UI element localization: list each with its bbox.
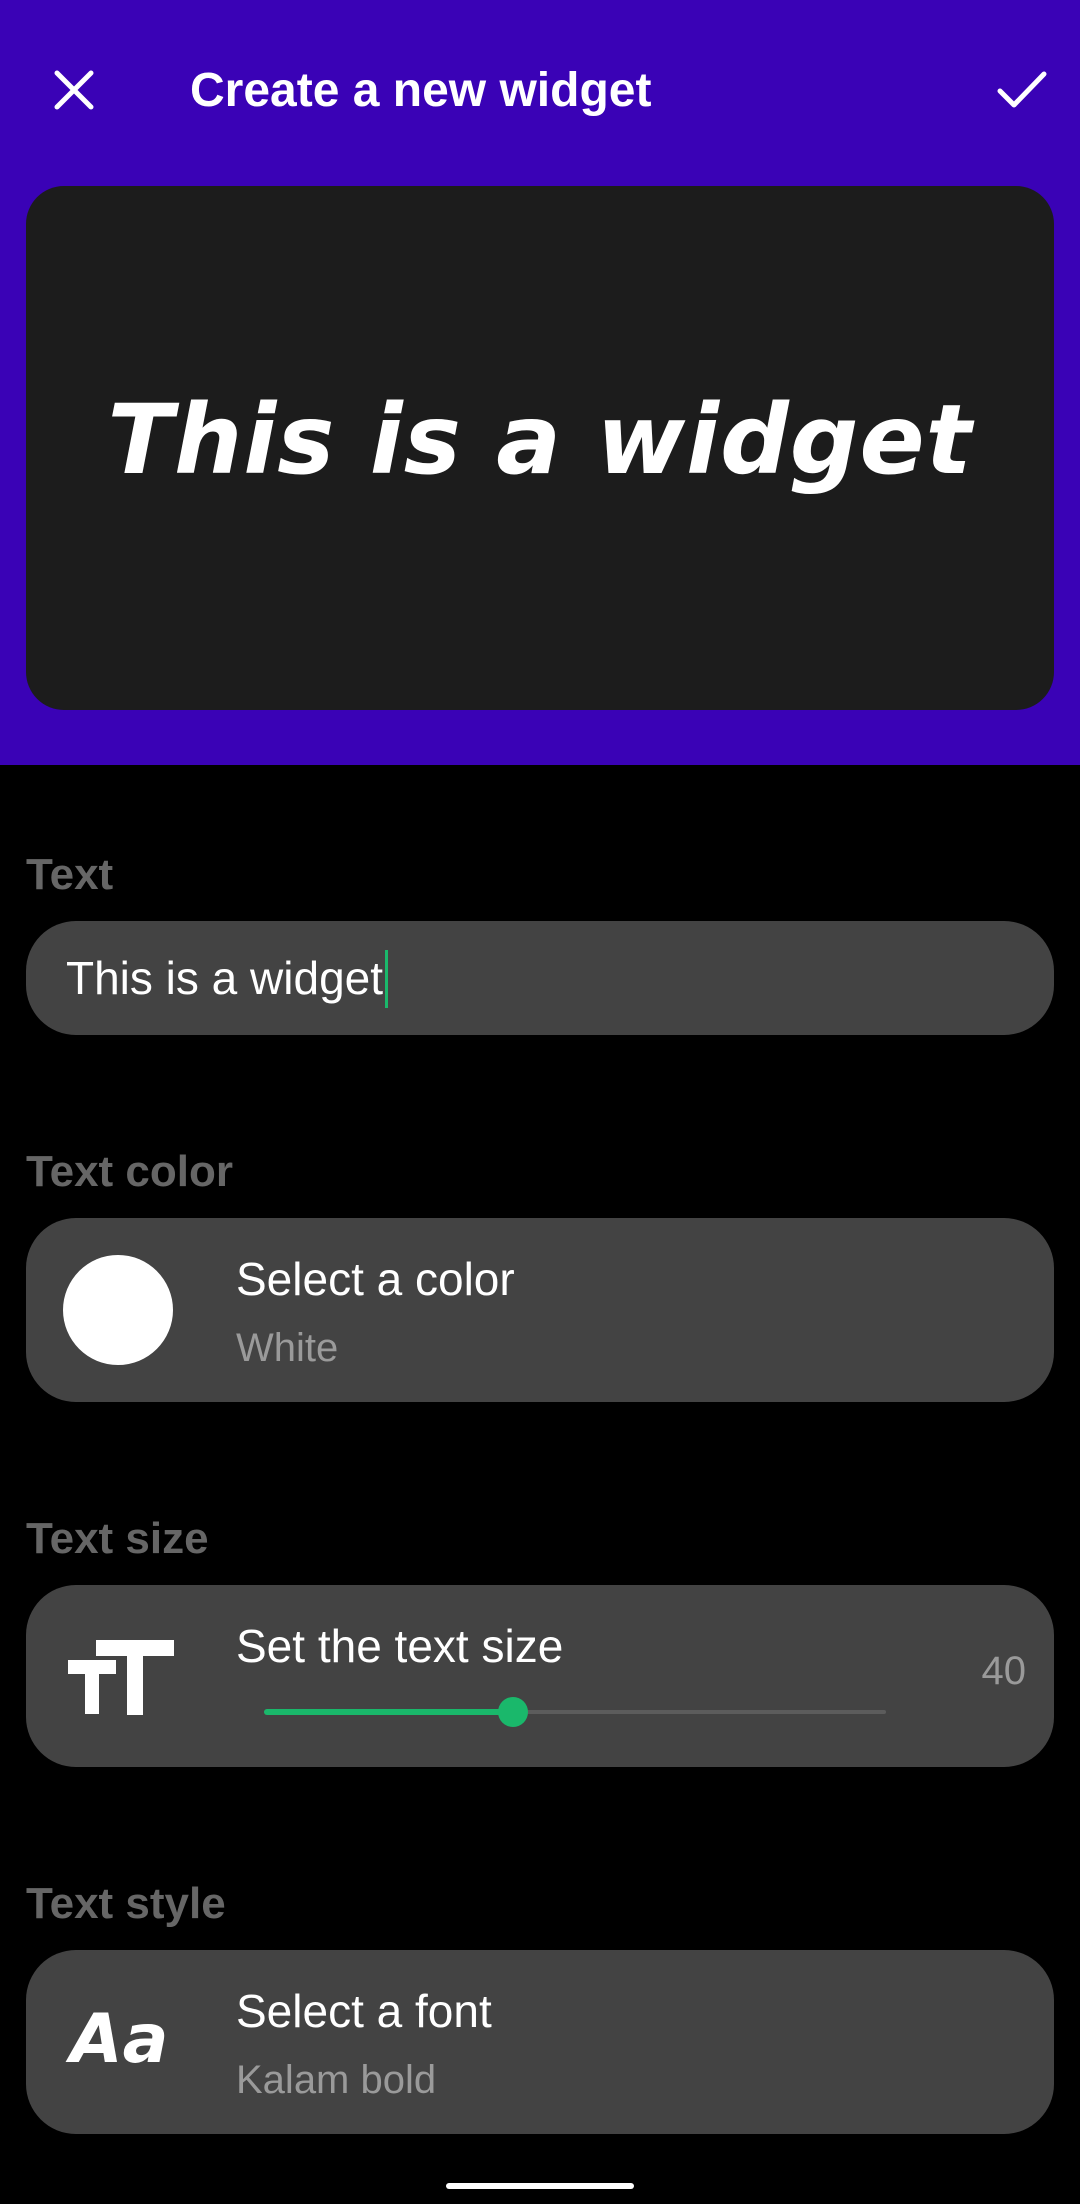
close-icon [54, 70, 94, 110]
confirm-button[interactable] [990, 58, 1054, 122]
text-size-icon [68, 1640, 174, 1715]
text-size-row: Set the text size 40 [26, 1585, 1054, 1767]
color-row-title: Select a color [236, 1253, 515, 1305]
check-icon [997, 71, 1047, 108]
widget-preview: This is a widget [26, 186, 1054, 710]
slider-fill [264, 1709, 513, 1715]
page-title: Create a new widget [190, 64, 652, 117]
color-row-value: White [236, 1326, 339, 1370]
text-size-value: 40 [981, 1649, 1027, 1693]
font-icon: Aa [70, 2000, 169, 2079]
top-app-bar: Create a new widget This is a widget [0, 0, 1080, 765]
color-swatch [63, 1255, 173, 1365]
text-color-section-label: Text color [26, 1147, 234, 1196]
text-input-field[interactable]: This is a widget [26, 921, 1054, 1035]
color-picker-row[interactable]: Select a color White [26, 1218, 1054, 1402]
text-cursor [385, 949, 389, 1008]
font-picker-row[interactable]: Aa Select a font Kalam bold [26, 1950, 1054, 2134]
text-style-section-label: Text style [26, 1879, 226, 1928]
font-row-title: Select a font [236, 1985, 492, 2037]
slider-thumb[interactable] [497, 1697, 528, 1727]
text-size-section-label: Text size [26, 1514, 209, 1563]
text-input-value: This is a widget [66, 952, 384, 1004]
home-indicator[interactable] [446, 2183, 634, 2189]
text-size-slider[interactable] [264, 1697, 886, 1727]
text-size-row-title: Set the text size [236, 1620, 564, 1672]
widget-preview-text: This is a widget [107, 384, 973, 496]
text-section-label: Text [26, 850, 114, 899]
font-row-value: Kalam bold [236, 2058, 437, 2102]
close-button[interactable] [44, 60, 104, 120]
